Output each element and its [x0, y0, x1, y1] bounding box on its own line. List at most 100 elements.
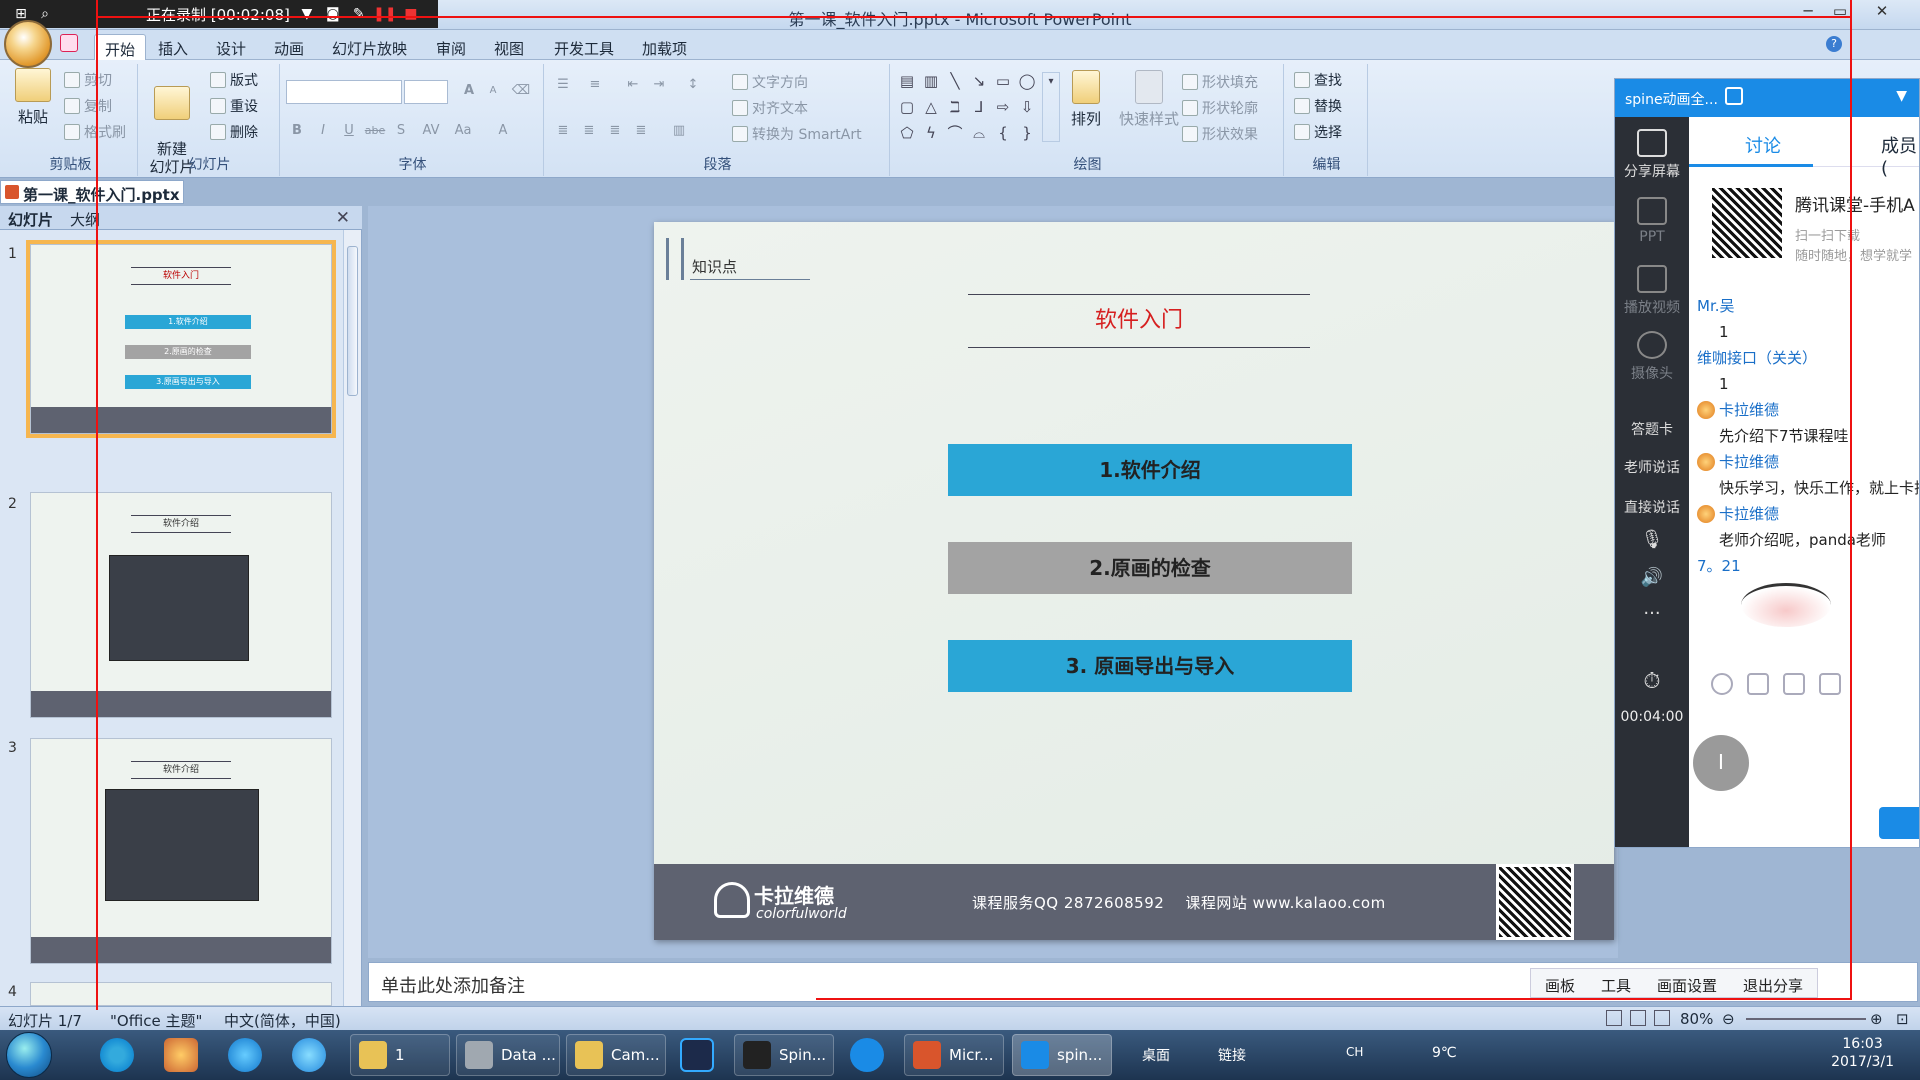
links-toolbar[interactable]: 链接 [1218, 1045, 1246, 1065]
shapes-scroll-button[interactable]: ▾ [1042, 72, 1060, 142]
align-center-button[interactable]: ≣ [578, 120, 600, 142]
arrange-button[interactable]: 排列 [1066, 70, 1106, 129]
tab-members[interactable]: 成员( [1881, 132, 1919, 179]
ie-icon[interactable] [228, 1038, 262, 1072]
slide-thumbnail-3[interactable]: 软件介绍 [30, 738, 332, 964]
italic-button[interactable]: I [312, 120, 334, 142]
char-spacing-button[interactable]: AV [420, 120, 442, 142]
oval-shape[interactable]: ◯ [1018, 72, 1036, 90]
minimize-button[interactable]: ─ [1792, 2, 1824, 24]
vertical-textbox-shape[interactable]: ▥ [922, 72, 940, 90]
shape-fill-button[interactable]: 形状填充 [1182, 72, 1258, 92]
scissors-icon[interactable] [1747, 673, 1769, 695]
document-tab[interactable]: 第一课_软件入门.pptx [0, 180, 184, 204]
game-icon[interactable] [164, 1038, 198, 1072]
justify-button[interactable]: ≣ [630, 120, 652, 142]
shape-outline-button[interactable]: 形状轮廓 [1182, 98, 1258, 118]
chevron-down-icon[interactable]: ▼ [1896, 88, 1907, 104]
speaker-icon[interactable]: 🔊 [1615, 567, 1689, 588]
sorter-view-icon[interactable] [1630, 1010, 1646, 1026]
image-icon[interactable] [1783, 673, 1805, 695]
bullets-button[interactable]: ☰ [552, 74, 574, 96]
change-case-button[interactable]: Aa [452, 120, 474, 142]
stop-icon[interactable]: ■ [402, 5, 420, 23]
share-screen-button[interactable]: 分享屏幕 [1615, 129, 1689, 181]
photoshop-icon[interactable] [680, 1038, 714, 1072]
font-color-button[interactable]: A [492, 120, 514, 142]
pentagon-shape[interactable]: ⬠ [898, 124, 916, 142]
font-family-select[interactable] [286, 80, 402, 104]
tab-review[interactable]: 审阅 [426, 34, 476, 60]
direct-speak-button[interactable]: 直接说话 [1615, 497, 1689, 517]
quick-access-icon[interactable] [60, 34, 78, 52]
copy-button[interactable]: 复制 [64, 96, 112, 116]
zoom-out-icon[interactable]: ⊖ [1722, 1010, 1735, 1028]
tab-slideshow[interactable]: 幻灯片放映 [322, 34, 417, 60]
align-right-button[interactable]: ≣ [604, 120, 626, 142]
ppt-button[interactable]: PPT [1615, 197, 1689, 245]
tab-insert[interactable]: 插入 [148, 34, 198, 60]
underline-button[interactable]: U [338, 120, 360, 142]
delete-slide-button[interactable]: 删除 [210, 122, 258, 142]
close-icon[interactable]: ✕ [336, 208, 350, 228]
triangle-shape[interactable]: △ [922, 98, 940, 116]
curve-shape[interactable]: ⌒ [946, 124, 964, 142]
slide-item-2[interactable]: 2.原画的检查 [948, 542, 1352, 594]
normal-view-icon[interactable] [1606, 1010, 1622, 1026]
screen-settings-button[interactable]: 画面设置 [1657, 975, 1717, 995]
zoom-in-icon[interactable]: ⊕ [1870, 1010, 1883, 1028]
tab-discussion[interactable]: 讨论 [1745, 132, 1781, 158]
tab-view[interactable]: 视图 [484, 34, 534, 60]
zoom-icon[interactable]: ⌕ [36, 5, 54, 23]
shape-effects-button[interactable]: 形状效果 [1182, 124, 1258, 144]
chat-author[interactable]: 卡拉维德 [1697, 397, 1919, 423]
camera-icon[interactable]: ◙ [324, 5, 342, 23]
slide-thumbnail-4[interactable] [30, 982, 332, 1006]
chat-author[interactable]: 卡拉维德 [1697, 501, 1919, 527]
emoji-icon[interactable] [1711, 673, 1733, 695]
current-slide[interactable]: 知识点 软件入门 1.软件介绍 2.原画的检查 3. 原画导出与导入 卡拉维德 … [654, 222, 1614, 940]
system-clock[interactable]: 16:03 2017/3/1 [1831, 1035, 1894, 1071]
slide-title[interactable]: 软件入门 [968, 294, 1310, 348]
slide-item-3[interactable]: 3. 原画导出与导入 [948, 640, 1352, 692]
chat-author[interactable]: 7。21 [1697, 553, 1919, 579]
scrollbar-thumb[interactable] [347, 246, 358, 396]
paste-button[interactable]: 粘贴 [10, 68, 56, 127]
find-button[interactable]: 查找 [1294, 70, 1342, 90]
shrink-font-button[interactable]: A [482, 80, 504, 102]
tools-button[interactable]: 工具 [1601, 975, 1631, 995]
font-size-select[interactable] [404, 80, 448, 104]
cut-button[interactable]: 剪切 [64, 70, 112, 90]
chevron-down-icon[interactable]: ▼ [298, 5, 316, 23]
shadow-button[interactable]: S [390, 120, 412, 142]
exit-share-button[interactable]: 退出分享 [1743, 975, 1803, 995]
tab-animations[interactable]: 动画 [264, 34, 314, 60]
left-brace-shape[interactable]: { [994, 124, 1012, 142]
pause-icon[interactable]: ❚❚ [373, 5, 396, 23]
share-icon[interactable] [1725, 87, 1743, 105]
quick-styles-button[interactable]: 快速样式 [1114, 70, 1184, 129]
rounded-rect-shape[interactable]: ▢ [898, 98, 916, 116]
tab-home[interactable]: 开始 [94, 34, 147, 60]
clear-format-button[interactable]: ⌫ [510, 80, 532, 102]
elbow-arrow-shape[interactable]: ⅃ [970, 98, 988, 116]
rectangle-shape[interactable]: ▭ [994, 72, 1012, 90]
elbow-shape[interactable]: ℶ [946, 98, 964, 116]
taskbar-item-spine[interactable]: Spin... [734, 1034, 834, 1076]
chat-author[interactable]: Mr.吴 [1697, 293, 1919, 319]
pen-icon[interactable]: ✎ [350, 5, 368, 23]
numbering-button[interactable]: ≡ [584, 74, 606, 96]
decrease-indent-button[interactable]: ⇤ [622, 74, 644, 96]
tab-developer[interactable]: 开发工具 [544, 34, 624, 60]
tab-addins[interactable]: 加载项 [632, 34, 697, 60]
text-direction-button[interactable]: 文字方向 [732, 72, 808, 92]
teacher-speak-button[interactable]: 老师说话 [1615, 457, 1689, 477]
columns-button[interactable]: ▥ [668, 120, 690, 142]
taskbar-item-powerpoint[interactable]: Micr... [904, 1034, 1004, 1076]
zoom-slider[interactable] [1746, 1018, 1866, 1020]
line-spacing-button[interactable]: ↕ [682, 74, 704, 96]
right-arrow-shape[interactable]: ⇨ [994, 98, 1012, 116]
camera-button[interactable]: 摄像头 [1615, 331, 1689, 383]
slide-item-1[interactable]: 1.软件介绍 [948, 444, 1352, 496]
format-painter-button[interactable]: 格式刷 [64, 122, 126, 142]
